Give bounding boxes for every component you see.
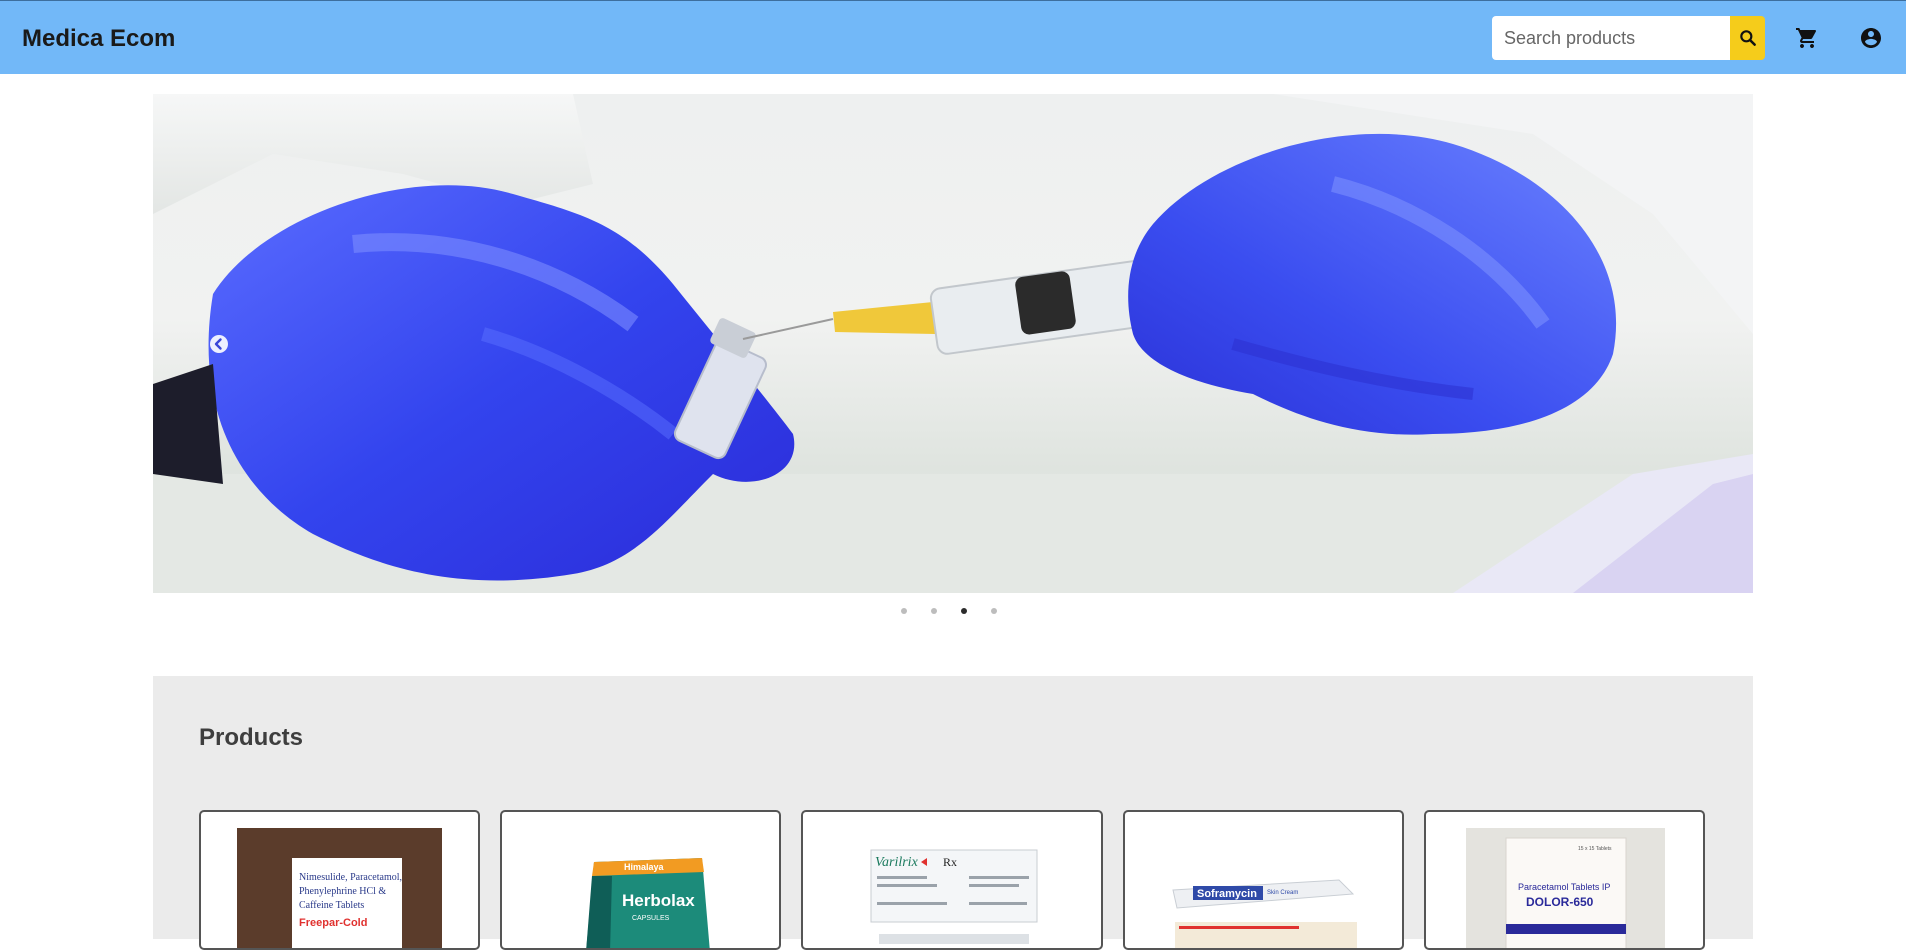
product-label: CAPSULES [632, 915, 670, 922]
search-button[interactable] [1730, 16, 1765, 60]
product-card[interactable]: Varilrix Rx [801, 810, 1103, 950]
cart-button[interactable] [1795, 26, 1819, 50]
carousel-dot-4[interactable] [989, 606, 999, 616]
navbar: Medica Ecom [0, 0, 1906, 74]
carousel-dot-3[interactable] [959, 606, 969, 616]
product-label: Nimesulide, Paracetamol, [299, 872, 402, 883]
products-section: Products Nimesulide, Paracetamol, Phenyl… [153, 676, 1753, 950]
carousel-dot-1[interactable] [899, 606, 909, 616]
product-label: Varilrix [875, 855, 919, 870]
product-image: Varilrix Rx [869, 846, 1039, 948]
product-card[interactable]: Soframycin Skin Cream [1123, 810, 1404, 950]
section-title: Products [199, 724, 304, 751]
search-input[interactable] [1492, 16, 1730, 60]
search-bar [1492, 16, 1765, 60]
carousel-slide-image [153, 94, 1753, 593]
product-label: Himalaya [624, 862, 665, 872]
product-label: Freepar-Cold [299, 917, 367, 929]
product-image: 15 x 15 Tablets Paracetamol Tablets IP D… [1466, 828, 1665, 948]
product-card[interactable]: 15 x 15 Tablets Paracetamol Tablets IP D… [1424, 810, 1705, 950]
hero-carousel [153, 94, 1753, 593]
product-card[interactable]: Nimesulide, Paracetamol, Phenylephrine H… [199, 810, 480, 950]
cart-icon [1796, 28, 1817, 48]
product-image: Himalaya Herbolax CAPSULES [542, 848, 742, 948]
chevron-left-circle-icon [210, 335, 228, 353]
carousel-dot-2[interactable] [929, 606, 939, 616]
product-label: DOLOR-650 [1526, 895, 1594, 909]
product-label: 15 x 15 Tablets [1578, 846, 1612, 852]
carousel-dots [899, 606, 999, 616]
product-image: Soframycin Skin Cream [1169, 842, 1363, 948]
product-image: Nimesulide, Paracetamol, Phenylephrine H… [237, 828, 442, 948]
product-label: Skin Cream [1267, 890, 1298, 896]
product-label: Rx [943, 855, 957, 869]
search-icon [1739, 30, 1756, 46]
product-label: Herbolax [622, 891, 695, 910]
product-label: Phenylephrine HCl & [299, 886, 386, 897]
product-label: Paracetamol Tablets IP [1518, 882, 1610, 892]
account-button[interactable] [1859, 26, 1883, 50]
product-label: Caffeine Tablets [299, 900, 364, 911]
brand-logo[interactable]: Medica Ecom [22, 25, 175, 53]
account-circle-icon [1861, 28, 1881, 48]
product-card[interactable]: Himalaya Herbolax CAPSULES [500, 810, 781, 950]
carousel-prev-button[interactable] [209, 334, 229, 354]
product-label: Soframycin [1197, 888, 1257, 900]
